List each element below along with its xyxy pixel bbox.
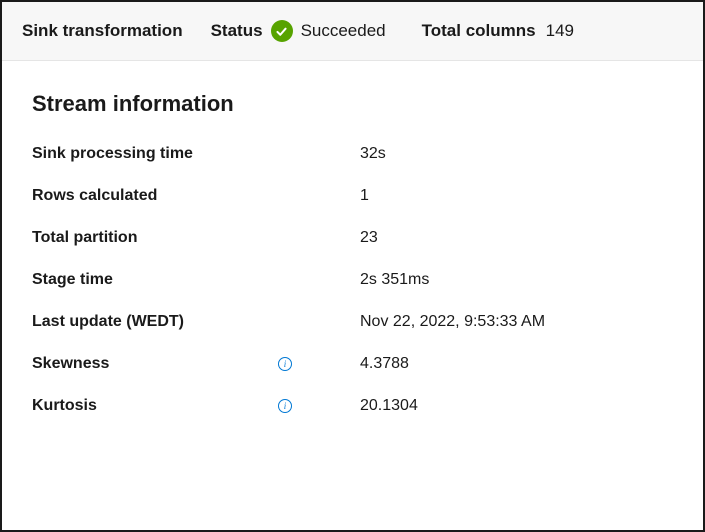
info-label-wrap: Sink processing time	[32, 145, 332, 163]
info-value: 23	[332, 229, 378, 247]
status-header: Sink transformation Status Succeeded Tot…	[2, 2, 703, 61]
info-row: Last update (WEDT) Nov 22, 2022, 9:53:33 …	[32, 313, 673, 331]
info-row: Rows calculated 1	[32, 187, 673, 205]
info-value: 1	[332, 187, 369, 205]
info-label: Stage time	[32, 271, 113, 289]
info-label-wrap: Skewness i	[32, 355, 332, 373]
info-label: Kurtosis	[32, 397, 97, 415]
info-label-wrap: Rows calculated	[32, 187, 332, 205]
success-check-icon	[271, 20, 293, 42]
info-row: Sink processing time 32s	[32, 145, 673, 163]
total-columns-label: Total columns	[422, 21, 536, 41]
total-columns-group: Total columns 149	[422, 21, 574, 41]
status-value: Succeeded	[301, 21, 386, 41]
info-label: Sink processing time	[32, 145, 193, 163]
info-row: Skewness i 4.3788	[32, 355, 673, 373]
total-columns-value: 149	[546, 21, 574, 41]
info-icon[interactable]: i	[278, 399, 292, 413]
info-row: Kurtosis i 20.1304	[32, 397, 673, 415]
info-label: Last update (WEDT)	[32, 313, 184, 331]
info-value: 32s	[332, 145, 386, 163]
info-label: Skewness	[32, 355, 109, 373]
info-label: Total partition	[32, 229, 137, 247]
section-title: Stream information	[32, 91, 673, 117]
info-value: 2s 351ms	[332, 271, 429, 289]
info-row: Total partition 23	[32, 229, 673, 247]
content-area: Stream information Sink processing time 3…	[2, 61, 703, 459]
info-value: Nov 22, 2022, 9:53:33 AM	[332, 313, 545, 331]
info-row: Stage time 2s 351ms	[32, 271, 673, 289]
info-label-wrap: Kurtosis i	[32, 397, 332, 415]
info-list: Sink processing time 32s Rows calculated 1 T…	[32, 145, 673, 415]
status-group: Status Succeeded	[211, 20, 386, 42]
info-label-wrap: Total partition	[32, 229, 332, 247]
info-value: 4.3788	[332, 355, 409, 373]
info-label-wrap: Last update (WEDT)	[32, 313, 332, 331]
info-label: Rows calculated	[32, 187, 157, 205]
status-label: Status	[211, 21, 263, 41]
info-label-wrap: Stage time	[32, 271, 332, 289]
info-value: 20.1304	[332, 397, 418, 415]
transformation-label: Sink transformation	[22, 21, 183, 41]
info-icon[interactable]: i	[278, 357, 292, 371]
